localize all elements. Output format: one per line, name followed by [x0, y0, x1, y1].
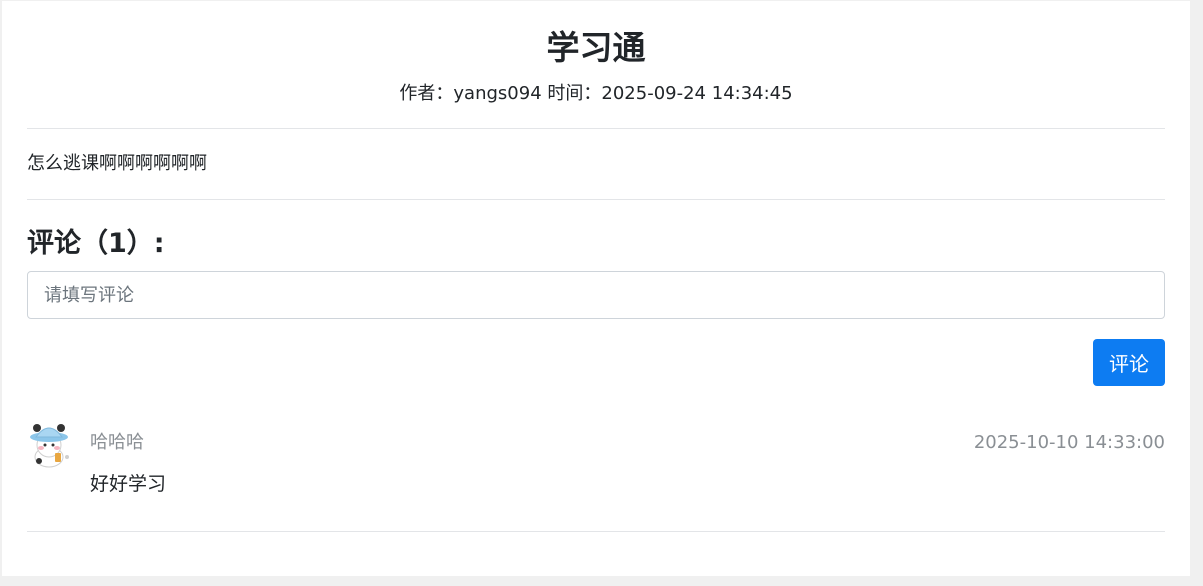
comment-author[interactable]: 哈哈哈	[90, 431, 144, 455]
submit-comment-button[interactable]: 评论	[1093, 339, 1165, 386]
time-label: 时间：	[547, 83, 602, 104]
post-title: 学习通	[546, 28, 646, 67]
panda-avatar-icon	[27, 419, 75, 469]
author-label: 作者：	[399, 83, 454, 104]
comment-input[interactable]	[27, 271, 1165, 319]
post-meta: 作者：yangs094 时间：2025-09-24 14:34:45	[27, 82, 1165, 106]
post-card: 学习通 作者：yangs094 时间：2025-09-24 14:34:45 怎…	[2, 1, 1190, 576]
comments-heading: 评论（1）:	[27, 228, 165, 259]
post-time: 2025-09-24 14:34:45	[601, 83, 793, 104]
comment-item: 哈哈哈 2025-10-10 14:33:00 好好学习	[27, 419, 1165, 499]
divider	[27, 128, 1165, 129]
divider	[27, 531, 1165, 532]
comment-text: 好好学习	[90, 473, 167, 495]
comment-time: 2025-10-10 14:33:00	[973, 432, 1165, 453]
divider	[27, 199, 1165, 200]
author-name: yangs094	[453, 83, 542, 104]
post-content: 怎么逃课啊啊啊啊啊啊	[27, 153, 207, 174]
